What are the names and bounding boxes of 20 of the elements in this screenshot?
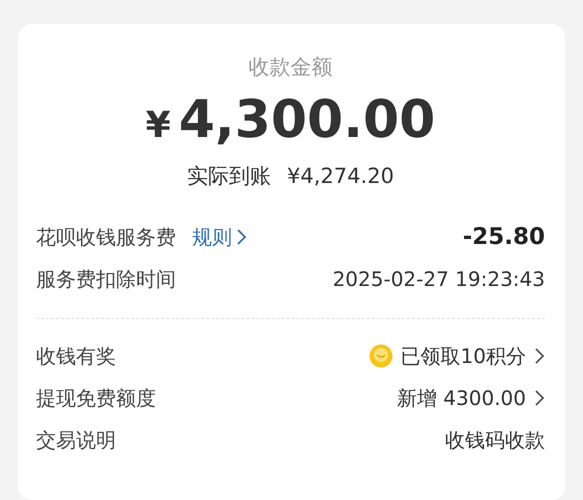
row-label: 提现免费额度 xyxy=(36,385,156,412)
rules-link[interactable]: 规则 xyxy=(192,222,247,252)
chevron-icon xyxy=(534,389,545,407)
chevron-icon xyxy=(534,347,545,365)
fee-value: -25.80 xyxy=(462,222,545,252)
amount-value: 4,300.00 xyxy=(178,92,436,149)
currency-symbol: ¥ xyxy=(146,104,171,148)
chevron-icon xyxy=(236,228,247,246)
row-value: 2025-02-27 19:23:43 xyxy=(332,266,545,293)
received-label: 实际到账 xyxy=(187,162,272,190)
row-value: 收钱码收款 xyxy=(445,427,545,454)
received-amount: ¥4,274.20 xyxy=(287,162,394,190)
quota-link[interactable]: 新增 4300.00 xyxy=(396,383,545,413)
row-label: 交易说明 xyxy=(36,427,116,454)
coin-icon xyxy=(368,344,393,368)
amount-label: 收款金额 xyxy=(248,54,332,81)
row-label: 收钱有奖 xyxy=(36,343,116,370)
row-label: 服务费扣除时间 xyxy=(36,266,176,293)
row-label: 花呗收钱服务费 xyxy=(36,224,176,251)
reward-link[interactable]: 已领取10积分 xyxy=(400,341,545,371)
